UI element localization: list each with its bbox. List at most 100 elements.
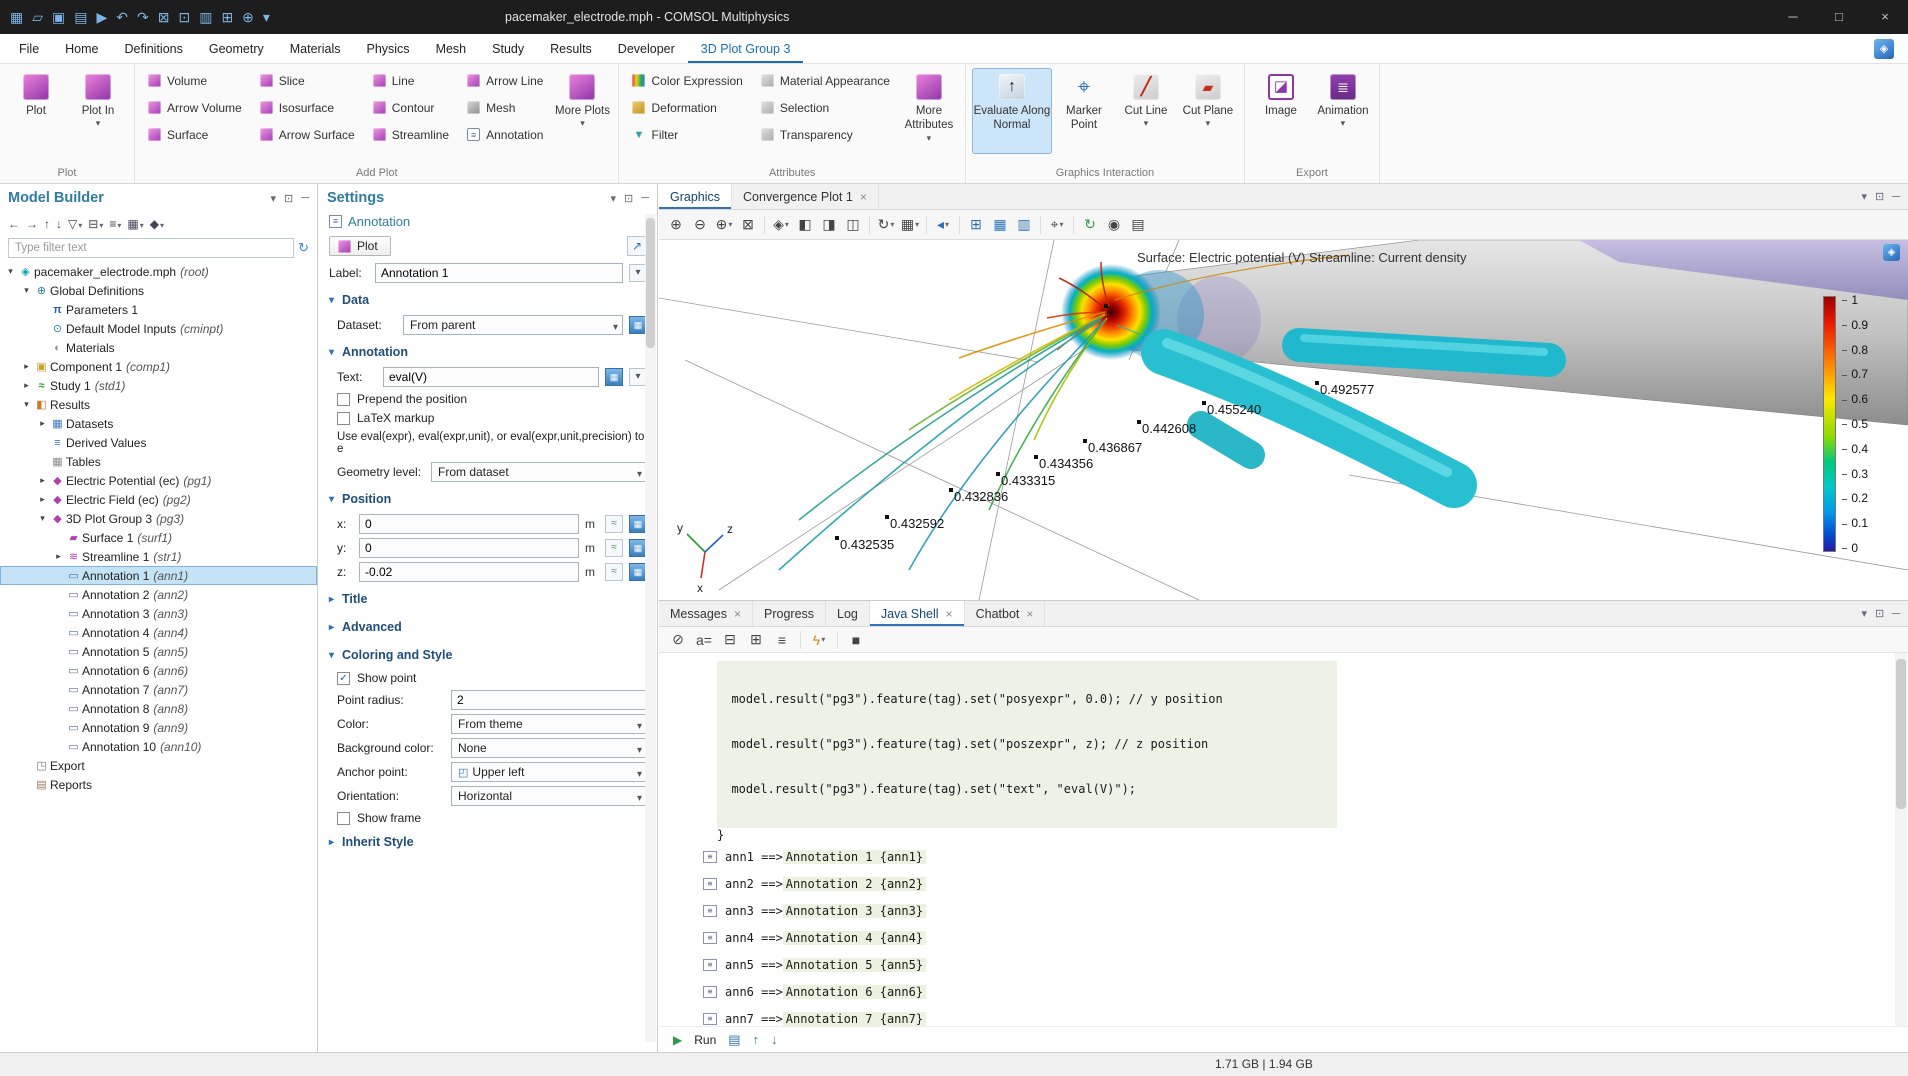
ribbon-tab[interactable]: File: [6, 34, 52, 63]
ribbon-button[interactable]: Plot: [6, 68, 66, 154]
expand-arrow-icon[interactable]: [20, 285, 33, 296]
tree-item[interactable]: Electric Potential (ec) (pg1): [0, 471, 317, 490]
expand-arrow-icon[interactable]: [52, 551, 65, 562]
expand-arrow-icon[interactable]: [36, 475, 49, 486]
ribbon-button[interactable]: Arrow Volume: [140, 95, 250, 120]
ribbon-button[interactable]: Cut Line: [1116, 68, 1176, 154]
ribbon-button[interactable]: Line: [365, 68, 457, 93]
plot-in-window-button[interactable]: ↗: [627, 236, 647, 256]
minimize-panel-icon[interactable]: ─: [641, 192, 649, 205]
ribbon-tab[interactable]: Physics: [353, 34, 422, 63]
plot-canvas[interactable]: 0.492577 0.455240 0.442608 0.436867 0.43…: [659, 240, 1908, 600]
zoom-in-icon[interactable]: ⊕: [665, 213, 687, 237]
tree-item[interactable]: Default Model Inputs (cminpt): [0, 319, 317, 338]
minimize-panel-icon[interactable]: ─: [301, 192, 309, 205]
camera-movie-icon[interactable]: ◫: [842, 213, 864, 237]
show-frame-checkbox[interactable]: Show frame: [327, 811, 657, 825]
expand-arrow-icon[interactable]: [36, 494, 49, 505]
section-header-coloring[interactable]: Coloring and Style: [319, 644, 657, 666]
save-icon[interactable]: ▣: [52, 9, 65, 26]
annotation-text-input[interactable]: [383, 367, 599, 387]
console-tab[interactable]: Log: [826, 601, 870, 626]
background-color-select[interactable]: None: [451, 738, 647, 758]
ribbon-button[interactable]: Transparency: [753, 122, 898, 147]
tree-item[interactable]: Streamline 1 (str1): [0, 547, 317, 566]
back-icon[interactable]: ←: [8, 217, 20, 231]
ribbon-tab[interactable]: Mesh: [423, 34, 480, 63]
tree-item[interactable]: Annotation 9 (ann9): [0, 718, 317, 737]
ribbon-button[interactable]: Animation: [1313, 68, 1373, 154]
tree-item[interactable]: Annotation 5 (ann5): [0, 642, 317, 661]
float-panel-icon[interactable]: ⊡: [1875, 607, 1884, 620]
autocomplete-icon[interactable]: a=: [693, 628, 715, 652]
tree-item[interactable]: Component 1 (comp1): [0, 357, 317, 376]
tree-item[interactable]: Tables: [0, 452, 317, 471]
expand-arrow-icon[interactable]: [20, 380, 33, 391]
ribbon-tab[interactable]: 3D Plot Group 3: [688, 34, 804, 63]
print-plot-icon[interactable]: ▤: [1127, 213, 1149, 237]
zoom-out-icon[interactable]: ⊖: [689, 213, 711, 237]
axis-views-icon[interactable]: ◧: [794, 213, 816, 237]
clear-console-icon[interactable]: ⊘: [667, 628, 689, 652]
zoom-extents-icon[interactable]: ⊠: [737, 213, 759, 237]
section-header-inherit-style[interactable]: Inherit Style: [319, 831, 657, 853]
prepend-position-checkbox[interactable]: Prepend the position: [327, 392, 657, 406]
expand-arrow-icon[interactable]: [36, 513, 49, 524]
ribbon-button[interactable]: Plot In: [68, 68, 128, 154]
plot-properties-icon[interactable]: ◈: [1883, 244, 1900, 261]
copy-icon[interactable]: ⊡: [178, 9, 190, 26]
ribbon-button[interactable]: Isosurface: [252, 95, 363, 120]
tree-item[interactable]: Global Definitions: [0, 281, 317, 300]
tree-item[interactable]: Study 1 (std1): [0, 376, 317, 395]
ribbon-button[interactable]: Deformation: [624, 95, 750, 120]
panel-menu-icon[interactable]: ▾: [1861, 607, 1867, 620]
scroll-up-icon[interactable]: ↑: [753, 1032, 760, 1047]
graphics-tab[interactable]: Convergence Plot 1: [732, 184, 879, 209]
view-menu-icon[interactable]: ◈: [770, 213, 792, 237]
tree-item[interactable]: Results: [0, 395, 317, 414]
settings-scrollbar[interactable]: [645, 214, 656, 1042]
tree-item[interactable]: Annotation 4 (ann4): [0, 623, 317, 642]
scroll-down-icon[interactable]: ↓: [771, 1032, 778, 1047]
insert-table-icon[interactable]: ⊞: [221, 9, 233, 26]
tree-item[interactable]: Annotation 7 (ann7): [0, 680, 317, 699]
color-select[interactable]: From theme: [451, 714, 647, 734]
section-header-title[interactable]: Title: [319, 588, 657, 610]
more-attributes-button[interactable]: More Attributes: [899, 68, 959, 154]
filter-input[interactable]: [8, 238, 294, 258]
minimize-panel-icon[interactable]: ─: [1892, 191, 1900, 203]
evaluate-table-icon[interactable]: ▦: [989, 213, 1011, 237]
probe-icon[interactable]: ⌖: [1046, 213, 1068, 237]
ribbon-button[interactable]: Surface: [140, 122, 250, 147]
close-tab-icon[interactable]: [1026, 607, 1033, 621]
ribbon-button[interactable]: Volume: [140, 68, 250, 93]
orientation-select[interactable]: Horizontal: [451, 786, 647, 806]
range-button[interactable]: [605, 539, 623, 557]
section-header-advanced[interactable]: Advanced: [319, 616, 657, 638]
tree-item[interactable]: Annotation 10 (ann10): [0, 737, 317, 756]
tree-item[interactable]: Annotation 3 (ann3): [0, 604, 317, 623]
close-tab-icon[interactable]: [860, 190, 867, 204]
app-menu-icon[interactable]: ▦: [10, 9, 23, 26]
ribbon-button[interactable]: Evaluate Along Normal: [972, 68, 1052, 154]
open-file-icon[interactable]: ▱: [32, 9, 43, 26]
minimize-panel-icon[interactable]: ─: [1892, 608, 1900, 620]
more-plots-button[interactable]: More Plots: [552, 68, 612, 154]
range-button[interactable]: [605, 563, 623, 581]
add-to-table-icon[interactable]: ⊞: [965, 213, 987, 237]
close-tab-icon[interactable]: [734, 607, 741, 621]
float-panel-icon[interactable]: ⊡: [284, 192, 293, 205]
ribbon-button[interactable]: Cut Plane: [1178, 68, 1238, 154]
ribbon-button[interactable]: Arrow Surface: [252, 122, 363, 147]
label-input[interactable]: [375, 263, 623, 283]
expand-tree-icon[interactable]: ≡: [109, 217, 121, 231]
console-settings-icon[interactable]: ▤: [728, 1032, 740, 1048]
float-panel-icon[interactable]: ⊡: [1875, 190, 1884, 203]
ribbon-button[interactable]: Filter: [624, 122, 750, 147]
ribbon-button[interactable]: Streamline: [365, 122, 457, 147]
tree-item[interactable]: Annotation 1 (ann1): [0, 566, 317, 585]
panel-menu-icon[interactable]: ▾: [1861, 190, 1867, 203]
expand-arrow-icon[interactable]: [20, 399, 33, 410]
refresh-plot-icon[interactable]: ↻: [1079, 213, 1101, 237]
tree-item[interactable]: Reports: [0, 775, 317, 794]
